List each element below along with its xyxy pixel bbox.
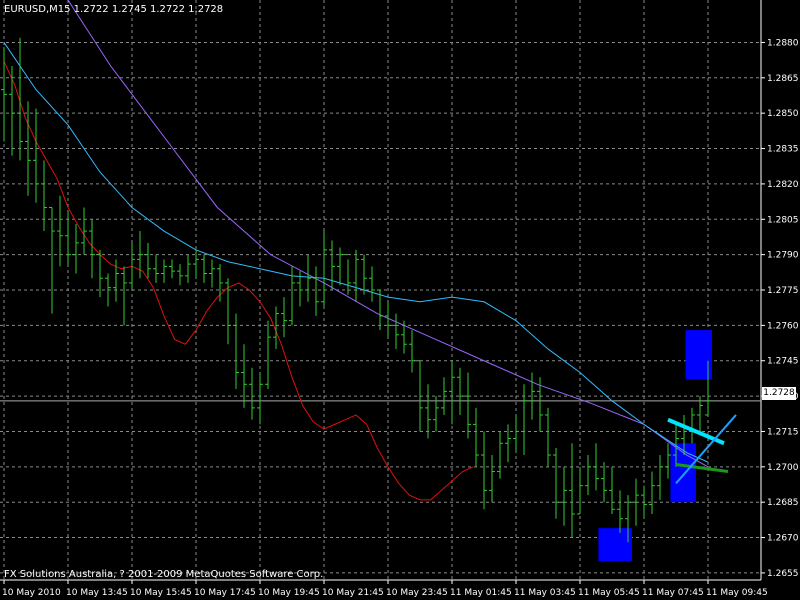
x-tick-label: 10 May 23:45 bbox=[386, 588, 448, 598]
y-tick-label: 1.2685 bbox=[767, 498, 799, 508]
y-tick-label: 1.2835 bbox=[767, 145, 799, 155]
x-tick-label: 10 May 2010 bbox=[2, 588, 61, 598]
x-tick-label: 11 May 09:45 bbox=[706, 588, 768, 598]
y-tick-label: 1.2880 bbox=[767, 38, 799, 48]
x-tick-label: 11 May 07:45 bbox=[642, 588, 704, 598]
y-tick-label: 1.2655 bbox=[767, 569, 799, 579]
y-tick-label: 1.2670 bbox=[767, 534, 799, 544]
x-tick-label: 11 May 01:45 bbox=[450, 588, 512, 598]
signal-block bbox=[598, 528, 632, 562]
x-tick-label: 10 May 21:45 bbox=[322, 588, 384, 598]
x-tick-label: 10 May 13:45 bbox=[66, 588, 128, 598]
y-tick-label: 1.2760 bbox=[767, 321, 799, 331]
y-tick-label: 1.2745 bbox=[767, 357, 799, 367]
y-tick-label: 1.2715 bbox=[767, 427, 799, 437]
x-tick-label: 10 May 17:45 bbox=[194, 588, 256, 598]
current-price-tag: 1.2728 bbox=[762, 387, 796, 400]
x-tick-label: 10 May 15:45 bbox=[130, 588, 192, 598]
y-tick-label: 1.2775 bbox=[767, 286, 799, 296]
y-tick-label: 1.2850 bbox=[767, 109, 799, 119]
chart-background bbox=[0, 0, 800, 600]
x-tick-label: 11 May 03:45 bbox=[514, 588, 576, 598]
y-tick-label: 1.2805 bbox=[767, 215, 799, 225]
y-tick-label: 1.2820 bbox=[767, 180, 799, 190]
copyright-text: FX Solutions Australia, ? 2001-2009 Meta… bbox=[4, 569, 324, 580]
chart-title: EURUSD,M15 1.2722 1.2745 1.2722 1.2728 bbox=[4, 4, 224, 15]
y-tick-label: 1.2865 bbox=[767, 74, 799, 84]
y-tick-label: 1.2700 bbox=[767, 463, 799, 473]
y-tick-label: 1.2790 bbox=[767, 251, 799, 261]
price-chart[interactable]: 1.2880 1.2865 1.2850 1.2835 1.2820 1.2805 1.27… bbox=[0, 0, 800, 600]
x-tick-label: 11 May 05:45 bbox=[578, 588, 640, 598]
x-tick-label: 10 May 19:45 bbox=[258, 588, 320, 598]
